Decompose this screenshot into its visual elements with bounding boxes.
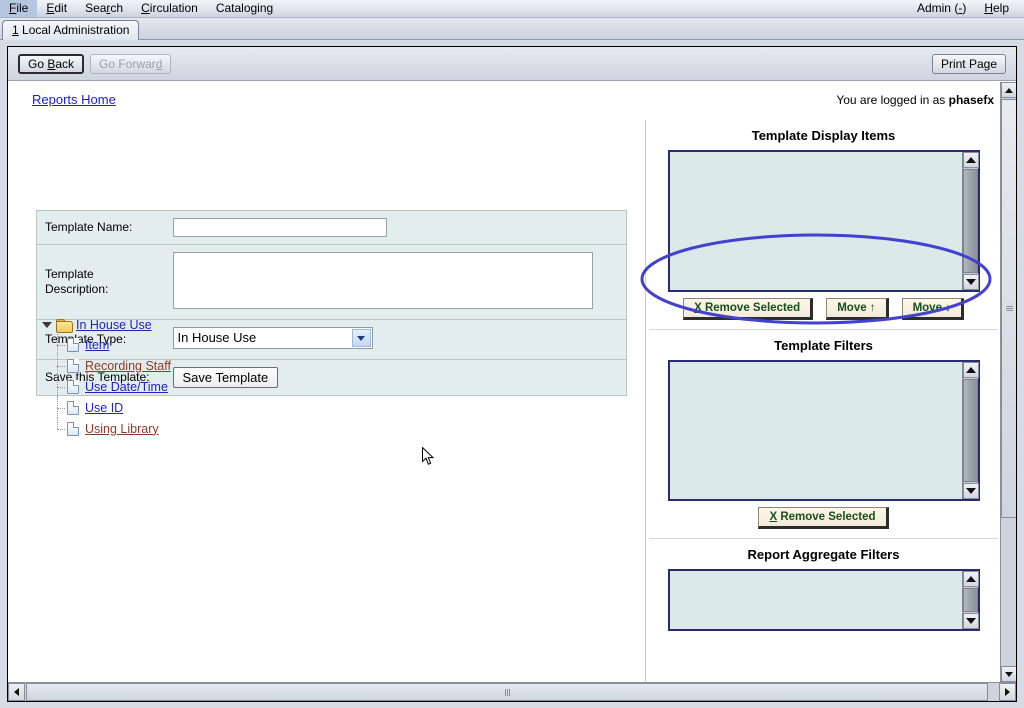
go-forward-button: Go Forward (90, 54, 171, 74)
form-row-template-description: Template Description: (37, 245, 627, 320)
template-name-input[interactable] (173, 218, 387, 237)
tree-item-label[interactable]: Use ID (85, 401, 123, 415)
template-type-selected-value: In House Use (178, 330, 257, 345)
scroll-down-arrow-icon[interactable] (963, 483, 979, 499)
template-description-label-line1: Template (45, 267, 94, 281)
tree-item-item[interactable]: Item (57, 334, 171, 355)
scroll-up-button[interactable] (1001, 82, 1017, 98)
navigation-toolbar: Go Back Go Forward Print Page (8, 47, 1016, 81)
document-icon (67, 338, 79, 352)
chevron-down-icon[interactable] (352, 329, 371, 347)
menu-item-admin[interactable]: Admin (-) (908, 0, 975, 17)
login-prefix: You are logged in as (836, 93, 948, 107)
tree-item-label[interactable]: Recording Staff (85, 359, 171, 373)
template-description-label: Template Description: (37, 245, 165, 320)
go-back-button[interactable]: Go Back (18, 54, 84, 74)
tree-item-label[interactable]: Use Date/Time (85, 380, 168, 394)
display-items-button-row: X Remove Selected Move ↑ Move ↓ (647, 292, 1000, 329)
menu-item-help[interactable]: Help (975, 0, 1018, 17)
horizontal-scrollbar-thumb[interactable] (26, 683, 988, 701)
tree-item-use-date-time[interactable]: Use Date/Time (57, 376, 171, 397)
vertical-scrollbar-thumb[interactable] (1001, 99, 1017, 518)
horizontal-scrollbar[interactable] (8, 682, 1016, 701)
document-icon (67, 422, 79, 436)
tree-root-label[interactable]: In House Use (76, 318, 152, 332)
scroll-down-arrow-icon[interactable] (963, 274, 979, 290)
scrollbar-thumb[interactable] (963, 379, 978, 482)
tab-strip: 1 Local Administration (0, 18, 1024, 40)
tree-root-in-house-use[interactable]: In House Use (42, 315, 171, 334)
form-row-template-name: Template Name: (37, 211, 627, 245)
login-status: You are logged in as phasefx (836, 93, 994, 107)
save-template-button[interactable]: Save Template (173, 367, 279, 388)
section-report-aggregate-filters: Report Aggregate Filters (647, 539, 1000, 631)
menu-item-circulation[interactable]: Circulation (132, 0, 207, 17)
left-pane: Template Name: Template Description: (8, 120, 646, 682)
window-chrome: Go Back Go Forward Print Page Reports Ho… (0, 40, 1024, 708)
section-title-template-filters: Template Filters (647, 330, 1000, 360)
source-tree: In House Use Item Recording Staff Use Da… (42, 315, 171, 439)
section-title-template-display-items: Template Display Items (647, 120, 1000, 150)
template-filters-listbox[interactable] (668, 360, 980, 501)
tab-number: 1 (12, 23, 19, 37)
menu-bar: File Edit Search Circulation Cataloging … (0, 0, 1024, 18)
listbox-scrollbar[interactable] (962, 571, 978, 629)
tree-item-label[interactable]: Using Library (85, 422, 159, 436)
move-up-button[interactable]: Move ↑ (826, 298, 888, 320)
vertical-scrollbar[interactable] (1000, 82, 1016, 682)
template-filters-button-row: X Remove Selected (647, 501, 1000, 538)
folder-icon (56, 319, 71, 331)
template-type-select[interactable]: In House Use (173, 327, 373, 349)
menu-item-search[interactable]: Search (76, 0, 132, 17)
remove-selected-filters-button[interactable]: X Remove Selected (758, 507, 888, 529)
remove-icon: X (769, 511, 777, 523)
remove-selected-label: Remove Selected (705, 302, 800, 314)
template-display-items-listbox[interactable] (668, 150, 980, 292)
content-panel: Go Back Go Forward Print Page Reports Ho… (7, 46, 1017, 702)
document-icon (67, 380, 79, 394)
scroll-down-button[interactable] (1001, 666, 1017, 682)
tree-item-recording-staff[interactable]: Recording Staff (57, 355, 171, 376)
section-template-display-items: Template Display Items X Remove Selected (647, 120, 1000, 329)
scroll-right-button[interactable] (999, 683, 1016, 701)
document-icon (67, 401, 79, 415)
remove-icon: X (694, 302, 702, 314)
listbox-scrollbar[interactable] (962, 362, 978, 499)
section-title-report-aggregate-filters: Report Aggregate Filters (647, 539, 1000, 569)
reports-home-link[interactable]: Reports Home (32, 92, 116, 107)
tree-collapse-triangle-icon[interactable] (42, 322, 52, 328)
scroll-left-button[interactable] (8, 683, 25, 701)
scroll-down-arrow-icon[interactable] (963, 613, 979, 629)
tree-item-using-library[interactable]: Using Library (57, 418, 171, 439)
right-pane: Template Display Items X Remove Selected (647, 120, 1000, 682)
section-template-filters: Template Filters X Remove Selected (647, 330, 1000, 538)
menu-item-file[interactable]: File (0, 0, 37, 17)
scrollbar-thumb[interactable] (963, 588, 978, 612)
scroll-up-arrow-icon[interactable] (963, 152, 979, 168)
tab-label: Local Administration (19, 23, 130, 37)
scroll-up-arrow-icon[interactable] (963, 362, 979, 378)
template-description-label-line2: Description: (45, 282, 108, 296)
document-icon (67, 359, 79, 373)
menu-item-cataloging[interactable]: Cataloging (207, 0, 282, 17)
menu-item-edit[interactable]: Edit (37, 0, 76, 17)
menu-bar-right: Admin (-) Help (908, 0, 1024, 17)
scrollbar-thumb[interactable] (963, 169, 978, 273)
move-down-button[interactable]: Move ↓ (902, 298, 964, 320)
tree-item-use-id[interactable]: Use ID (57, 397, 171, 418)
print-page-button[interactable]: Print Page (932, 54, 1006, 74)
scroll-up-arrow-icon[interactable] (963, 571, 979, 587)
tree-item-label[interactable]: Item (85, 338, 109, 352)
template-name-label: Template Name: (37, 211, 165, 245)
tab-local-administration[interactable]: 1 Local Administration (2, 20, 139, 40)
listbox-scrollbar[interactable] (962, 152, 978, 290)
remove-selected-label: Remove Selected (780, 511, 875, 523)
report-aggregate-filters-listbox[interactable] (668, 569, 980, 631)
remove-selected-display-items-button[interactable]: X Remove Selected (683, 298, 813, 320)
template-description-input[interactable] (173, 252, 593, 309)
page-viewport: Reports Home You are logged in as phasef… (8, 82, 1000, 682)
login-username: phasefx (949, 93, 994, 107)
